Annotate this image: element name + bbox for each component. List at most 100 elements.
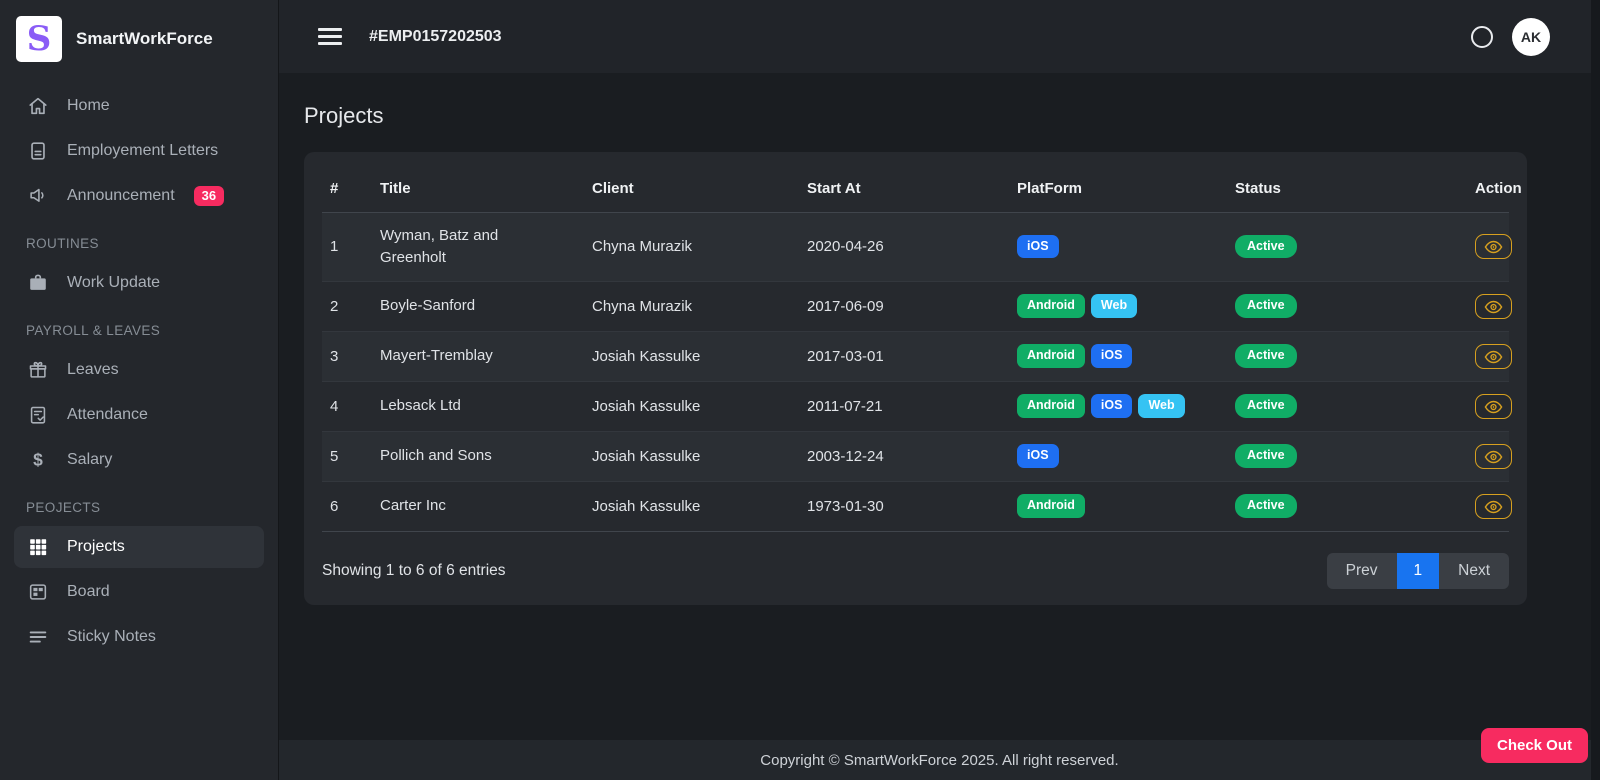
pagination-next-button[interactable]: Next (1439, 553, 1509, 589)
projects-table: # Title Client Start At PlatForm Status … (322, 160, 1509, 532)
brand-name: SmartWorkForce (76, 29, 213, 49)
cell-num: 4 (322, 381, 372, 431)
column-header-action: Action (1467, 160, 1509, 213)
megaphone-icon (26, 184, 50, 208)
platform-badge-web: Web (1138, 394, 1184, 417)
sidebar: S SmartWorkForce Home Employement Letter… (0, 0, 279, 780)
cell-platform: iOS (1009, 213, 1227, 282)
sidebar-item-sticky-notes[interactable]: Sticky Notes (14, 616, 264, 658)
cell-platform: Android iOS (1009, 331, 1227, 381)
sidebar-section-peojects: PEOJECTS (14, 484, 264, 523)
platform-badge-web: Web (1091, 294, 1137, 317)
sidebar-item-salary[interactable]: $ Salary (14, 439, 264, 481)
sidebar-item-label: Leaves (67, 361, 119, 379)
view-eye-button[interactable] (1475, 344, 1512, 369)
sidebar-item-board[interactable]: Board (14, 571, 264, 613)
column-header-platform: PlatForm (1009, 160, 1227, 213)
cell-num: 3 (322, 331, 372, 381)
sidebar-item-attendance[interactable]: Attendance (14, 394, 264, 436)
view-eye-button[interactable] (1475, 444, 1512, 469)
pagination-prev-button[interactable]: Prev (1327, 553, 1397, 589)
cell-status: Active (1227, 481, 1467, 531)
hamburger-menu-icon[interactable] (318, 28, 342, 45)
theme-toggle-icon[interactable] (1471, 26, 1493, 48)
board-icon (26, 580, 50, 604)
cell-start-at: 2020-04-26 (799, 213, 1009, 282)
cell-num: 6 (322, 481, 372, 531)
sidebar-item-label: Attendance (67, 406, 148, 424)
cell-platform: AndroidWeb (1009, 281, 1227, 331)
platform-badge-android: Android (1017, 394, 1085, 417)
view-eye-button[interactable] (1475, 234, 1512, 259)
table-row: 2Boyle-SanfordChyna Murazik2017-06-09And… (322, 281, 1509, 331)
app-window: S SmartWorkForce Home Employement Letter… (0, 0, 1600, 780)
cell-num: 1 (322, 213, 372, 282)
status-badge: Active (1235, 344, 1297, 367)
sidebar-item-leaves[interactable]: Leaves (14, 349, 264, 391)
column-header-num: # (322, 160, 372, 213)
cell-action (1467, 281, 1509, 331)
sidebar-item-employement-letters[interactable]: Employement Letters (14, 130, 264, 172)
cell-status: Active (1227, 431, 1467, 481)
pagination-page-1-button[interactable]: 1 (1397, 553, 1440, 589)
cell-platform: Android (1009, 481, 1227, 531)
content: Projects # Title Client Start At PlatFor… (279, 73, 1600, 740)
sidebar-item-label: Home (67, 97, 110, 115)
cell-num: 2 (322, 281, 372, 331)
column-header-start: Start At (799, 160, 1009, 213)
cell-title: Boyle-Sanford (372, 281, 584, 331)
grid-icon (26, 535, 50, 559)
platform-badge-ios: iOS (1091, 394, 1133, 417)
sidebar-item-projects[interactable]: Projects (14, 526, 264, 568)
view-eye-button[interactable] (1475, 394, 1512, 419)
sidebar-item-work-update[interactable]: Work Update (14, 262, 264, 304)
platform-badge-ios: iOS (1091, 344, 1133, 367)
column-header-title: Title (372, 160, 584, 213)
platform-badge-ios: iOS (1017, 235, 1059, 258)
cell-title: Carter Inc (372, 481, 584, 531)
notes-lines-icon (26, 625, 50, 649)
briefcase-icon (26, 271, 50, 295)
view-eye-button[interactable] (1475, 294, 1512, 319)
cell-start-at: 2017-03-01 (799, 331, 1009, 381)
column-header-status: Status (1227, 160, 1467, 213)
document-icon (26, 139, 50, 163)
sidebar-section-routines: ROUTINES (14, 220, 264, 259)
cell-client: Josiah Kassulke (584, 431, 799, 481)
cell-status: Active (1227, 281, 1467, 331)
status-badge: Active (1235, 444, 1297, 467)
cell-action (1467, 381, 1509, 431)
view-eye-button[interactable] (1475, 494, 1512, 519)
brand: S SmartWorkForce (14, 12, 264, 82)
platform-badge-android: Android (1017, 344, 1085, 367)
pagination: Prev 1 Next (1327, 553, 1509, 589)
column-header-client: Client (584, 160, 799, 213)
platform-badge-android: Android (1017, 494, 1085, 517)
avatar[interactable]: AK (1512, 18, 1550, 56)
footer: Copyright © SmartWorkForce 2025. All rig… (279, 740, 1600, 780)
cell-client: Josiah Kassulke (584, 481, 799, 531)
table-row: 1Wyman, Batz and GreenholtChyna Murazik2… (322, 213, 1509, 282)
table-row: 3Mayert-TremblayJosiah Kassulke2017-03-0… (322, 331, 1509, 381)
projects-card: # Title Client Start At PlatForm Status … (304, 152, 1527, 605)
check-out-button[interactable]: Check Out (1481, 728, 1588, 763)
svg-text:$: $ (33, 450, 43, 470)
sidebar-item-announcement[interactable]: Announcement 36 (14, 175, 264, 217)
sidebar-section-payroll-leaves: PAYROLL & LEAVES (14, 307, 264, 346)
scrollbar[interactable] (1591, 0, 1600, 780)
sidebar-item-label: Employement Letters (67, 142, 218, 160)
sidebar-item-home[interactable]: Home (14, 85, 264, 127)
announcement-count-badge: 36 (194, 186, 224, 206)
copyright-text: Copyright © SmartWorkForce 2025. All rig… (760, 752, 1118, 769)
employee-id: #EMP0157202503 (369, 28, 502, 46)
cell-title: Lebsack Ltd (372, 381, 584, 431)
home-icon (26, 94, 50, 118)
cell-status: Active (1227, 381, 1467, 431)
cell-platform: iOS (1009, 431, 1227, 481)
sidebar-item-label: Projects (67, 538, 125, 556)
brand-logo-letter: S (27, 22, 52, 56)
dollar-icon: $ (26, 448, 50, 472)
cell-start-at: 2017-06-09 (799, 281, 1009, 331)
topbar: #EMP0157202503 AK (279, 0, 1600, 73)
status-badge: Active (1235, 235, 1297, 258)
